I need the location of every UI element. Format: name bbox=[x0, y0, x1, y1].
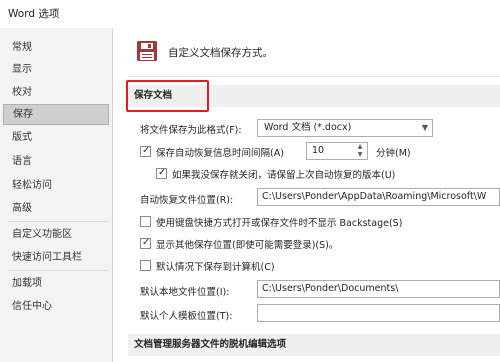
show-locations-label: 显示其他保存位置(即使可能需要登录)(S)。 bbox=[156, 240, 339, 251]
sidebar-item-proofing[interactable]: 校对 bbox=[3, 82, 109, 103]
chevron-down-icon: ▼ bbox=[421, 123, 428, 132]
sidebar-item-language[interactable]: 语言 bbox=[3, 151, 109, 172]
no-backstage-label: 使用键盘快捷方式打开或保存文件时不显示 Backstage(S) bbox=[156, 218, 403, 229]
section-offline-editing: 文档管理服务器文件的脱机编辑选项 bbox=[128, 334, 500, 356]
checkmark-icon: ✓ bbox=[142, 237, 151, 248]
autorecover-minutes-value: 10 bbox=[312, 145, 325, 156]
template-location-input[interactable] bbox=[257, 304, 500, 322]
save-format-dropdown[interactable]: Word 文档 (*.docx) ▼ bbox=[257, 119, 433, 137]
sidebar-item-add-ins[interactable]: 加载项 bbox=[3, 273, 109, 294]
save-format-label: 将文件保存为此格式(F): bbox=[140, 125, 242, 136]
sidebar-item-layout[interactable]: 版式 bbox=[3, 127, 109, 148]
save-to-computer-checkbox[interactable] bbox=[140, 260, 151, 271]
local-location-label: 默认本地文件位置(I): bbox=[140, 287, 230, 298]
template-location-label: 默认个人模板位置(T): bbox=[140, 311, 233, 322]
save-format-value: Word 文档 (*.docx) bbox=[264, 122, 352, 133]
panel-header-text: 自定义文档保存方式。 bbox=[168, 47, 273, 59]
sidebar-item-general[interactable]: 常规 bbox=[3, 37, 109, 58]
autorecover-checkbox[interactable]: ✓ bbox=[140, 145, 151, 157]
autorecover-location-label: 自动恢复文件位置(R): bbox=[140, 195, 234, 206]
sidebar-item-customize-ribbon[interactable]: 自定义功能区 bbox=[3, 224, 109, 245]
save-icon bbox=[137, 41, 157, 61]
local-location-input[interactable]: C:\Users\Ponder\Documents\ bbox=[257, 280, 500, 298]
sidebar-divider bbox=[8, 270, 108, 271]
title-bar: Word 选项 bbox=[0, 0, 500, 28]
keep-last-version-label: 如果我没保存就关闭，请保留上次自动恢复的版本(U) bbox=[172, 170, 396, 181]
sidebar-item-advanced[interactable]: 高级 bbox=[3, 198, 109, 219]
header-divider bbox=[128, 76, 500, 77]
no-backstage-checkbox[interactable] bbox=[140, 216, 151, 227]
show-locations-checkbox[interactable]: ✓ bbox=[140, 237, 151, 249]
autorecover-unit-label: 分钟(M) bbox=[376, 148, 411, 159]
sidebar-item-quick-access-toolbar[interactable]: 快速访问工具栏 bbox=[3, 247, 109, 268]
save-to-computer-label: 默认情况下保存到计算机(C) bbox=[156, 262, 275, 273]
highlight-annotation-box bbox=[126, 80, 209, 112]
autorecover-location-input[interactable]: C:\Users\Ponder\AppData\Roaming\Microsof… bbox=[257, 188, 500, 206]
options-main-panel: 自定义文档保存方式。 保存文档 将文件保存为此格式(F): Word 文档 (*… bbox=[114, 28, 500, 362]
checkmark-icon: ✓ bbox=[142, 145, 151, 156]
spinner-arrows-icon[interactable]: ▲ ▼ bbox=[355, 143, 365, 159]
autorecover-minutes-spinner[interactable]: 10 ▲ ▼ bbox=[306, 142, 368, 160]
autorecover-label: 保存自动恢复信息时间间隔(A) bbox=[156, 148, 284, 159]
sidebar-divider bbox=[8, 221, 108, 222]
sidebar-item-trust-center[interactable]: 信任中心 bbox=[3, 296, 109, 317]
sidebar-item-save[interactable]: 保存 bbox=[3, 104, 109, 125]
sidebar-item-display[interactable]: 显示 bbox=[3, 59, 109, 80]
window-title: Word 选项 bbox=[8, 8, 60, 20]
keep-last-version-checkbox[interactable]: ✓ bbox=[156, 167, 167, 179]
checkmark-icon: ✓ bbox=[158, 167, 167, 178]
options-sidebar: 常规 显示 校对 保存 版式 语言 轻松访问 高级 自定义功能区 快速访问工具栏… bbox=[0, 28, 113, 362]
sidebar-item-accessibility[interactable]: 轻松访问 bbox=[3, 175, 109, 196]
